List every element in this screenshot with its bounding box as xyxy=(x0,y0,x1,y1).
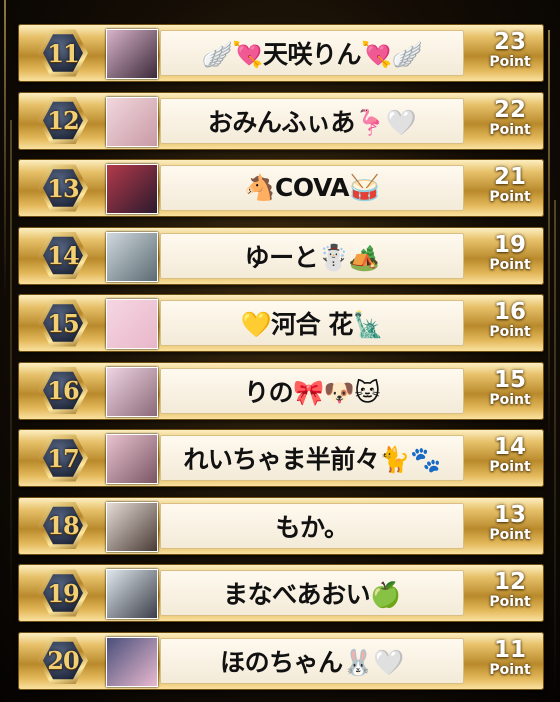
score: 16 Point xyxy=(476,300,544,346)
score: 23 Point xyxy=(476,30,544,76)
name-panel: ゆーと☃️🏕️ xyxy=(160,232,464,279)
ranking-row: 11 🪽💘天咲りん💘🪽 23 Point xyxy=(18,24,544,82)
rank-number: 13 xyxy=(47,173,79,203)
user-name: まなべあおい🍏 xyxy=(223,580,401,609)
rank-number: 16 xyxy=(47,376,79,405)
ranking-list: 11 🪽💘天咲りん💘🪽 23 Point 12 おみんふぃあ🦩🤍 22 Point … xyxy=(18,24,544,699)
score: 11 Point xyxy=(476,638,544,684)
points-value: 21 xyxy=(493,164,526,190)
user-name: もか。 xyxy=(275,512,349,542)
user-thumbnail xyxy=(106,636,158,687)
score: 13 Point xyxy=(476,503,544,549)
score: 21 Point xyxy=(476,165,544,211)
rank-badge: 20 xyxy=(38,637,88,684)
points-value: 15 xyxy=(493,366,526,393)
points-value: 23 xyxy=(493,29,526,55)
user-thumbnail xyxy=(106,29,158,79)
name-panel: 💛河合 花🗽 xyxy=(160,300,464,346)
score: 14 Point xyxy=(476,435,544,481)
ranking-row: 14 ゆーと☃️🏕️ 19 Point xyxy=(18,226,544,285)
points-value: 13 xyxy=(493,501,526,528)
user-name: おみんふぃあ🦩🤍 xyxy=(207,107,417,137)
ranking-row: 18 もか。 13 Point xyxy=(18,496,544,555)
user-name: ゆーと☃️🏕️ xyxy=(244,242,380,272)
ranking-row: 16 りの🎀🐶🐱 15 Point xyxy=(18,361,544,420)
name-panel: れいちゃま半前々🐈🐾 xyxy=(160,435,464,481)
points-value: 12 xyxy=(493,569,526,595)
name-panel: 🪽💘天咲りん💘🪽 xyxy=(160,30,464,76)
points-unit: Point xyxy=(489,594,531,610)
ranking-row: 17 れいちゃま半前々🐈🐾 14 Point xyxy=(18,429,544,487)
ranking-row: 12 おみんふぃあ🦩🤍 22 Point xyxy=(18,91,544,150)
user-thumbnail xyxy=(106,299,158,349)
score: 22 Point xyxy=(476,98,544,144)
rank-number: 17 xyxy=(47,443,79,473)
points-unit: Point xyxy=(489,189,531,205)
score: 12 Point xyxy=(476,570,544,616)
rank-number: 19 xyxy=(47,578,79,608)
rank-badge: 18 xyxy=(38,502,88,549)
points-value: 16 xyxy=(493,299,526,325)
rank-badge: 12 xyxy=(38,97,88,144)
rank-number: 12 xyxy=(47,106,79,135)
ranking-row: 15 💛河合 花🗽 16 Point xyxy=(18,294,544,352)
points-unit: Point xyxy=(489,459,531,475)
rank-badge: 11 xyxy=(38,29,88,77)
rank-badge: 16 xyxy=(38,367,88,414)
points-unit: Point xyxy=(489,391,531,408)
score: 15 Point xyxy=(476,368,544,414)
name-panel: まなべあおい🍏 xyxy=(160,570,464,616)
score: 19 Point xyxy=(476,233,544,279)
user-name: 🪽💘天咲りん💘🪽 xyxy=(201,40,423,69)
user-thumbnail xyxy=(106,434,158,484)
name-panel: おみんふぃあ🦩🤍 xyxy=(160,97,464,144)
name-panel: ほのちゃん🐰🤍 xyxy=(160,637,464,684)
rank-number: 14 xyxy=(47,241,79,270)
rank-number: 20 xyxy=(47,646,79,675)
user-thumbnail xyxy=(106,231,158,282)
points-unit: Point xyxy=(489,54,531,70)
rank-number: 15 xyxy=(47,308,79,338)
rank-badge: 13 xyxy=(38,164,88,212)
ranking-row: 20 ほのちゃん🐰🤍 11 Point xyxy=(18,631,544,690)
rank-badge: 19 xyxy=(38,569,88,617)
rank-badge: 17 xyxy=(38,434,88,482)
ranking-row: 19 まなべあおい🍏 12 Point xyxy=(18,564,544,622)
user-name: 🐴COVA🥁 xyxy=(244,173,380,202)
points-unit: Point xyxy=(489,526,531,543)
points-value: 11 xyxy=(493,636,526,663)
user-thumbnail xyxy=(106,366,158,417)
ranking-row: 13 🐴COVA🥁 21 Point xyxy=(18,159,544,217)
points-unit: Point xyxy=(489,324,531,340)
user-name: ほのちゃん🐰🤍 xyxy=(220,647,404,677)
name-panel: 🐴COVA🥁 xyxy=(160,165,464,211)
points-unit: Point xyxy=(489,256,531,273)
name-panel: りの🎀🐶🐱 xyxy=(160,367,464,414)
points-value: 22 xyxy=(493,96,526,123)
user-name: れいちゃま半前々🐈🐾 xyxy=(183,445,441,474)
points-unit: Point xyxy=(489,121,531,138)
user-thumbnail xyxy=(106,164,158,214)
points-unit: Point xyxy=(489,661,531,678)
points-value: 14 xyxy=(493,434,526,460)
user-thumbnail xyxy=(106,96,158,147)
user-thumbnail xyxy=(106,501,158,552)
rank-number: 11 xyxy=(47,38,79,68)
user-name: りの🎀🐶🐱 xyxy=(244,377,380,407)
rank-badge: 15 xyxy=(38,299,88,347)
rank-badge: 14 xyxy=(38,232,88,279)
user-name: 💛河合 花🗽 xyxy=(240,310,384,339)
name-panel: もか。 xyxy=(160,502,464,549)
rank-number: 18 xyxy=(47,511,79,540)
points-value: 19 xyxy=(493,231,526,258)
user-thumbnail xyxy=(106,569,158,619)
